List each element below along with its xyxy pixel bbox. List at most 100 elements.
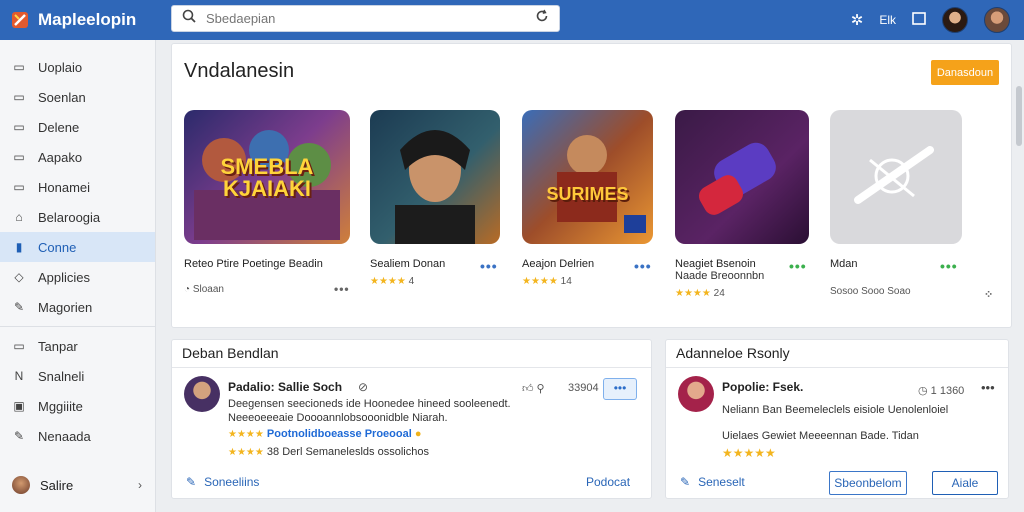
more-options-icon[interactable]: ••• bbox=[789, 258, 807, 274]
window-icon[interactable] bbox=[912, 11, 926, 29]
sidebar-item-12[interactable]: ✎ Nenaada bbox=[0, 421, 155, 451]
share-link[interactable]: ✎ Seneselt bbox=[680, 475, 745, 489]
review-text: Uielaes Gewiet Meeeennan Bade. Tidan bbox=[722, 430, 919, 442]
more-options-icon[interactable]: ••• bbox=[480, 258, 498, 274]
action-button[interactable]: Aiale bbox=[932, 471, 998, 495]
app-card[interactable]: SMEBLA KJAIAKI Reteo Ptire Poetinge Bead… bbox=[184, 110, 350, 296]
placeholder-icon bbox=[854, 146, 934, 204]
emoji-icon: ● bbox=[414, 428, 422, 440]
more-options-icon[interactable]: ••• bbox=[634, 258, 652, 274]
sidebar-item-9[interactable]: ▭ Tanpar bbox=[0, 331, 155, 361]
featured-panel: Vndalanesin Danasdoun SMEBLA KJAIAKI Ret… bbox=[171, 43, 1012, 328]
counts-text: 38 Derl Semaneleslds ossolichos bbox=[266, 446, 429, 458]
scrollbar[interactable] bbox=[1016, 42, 1022, 508]
card-subtitle: Naade Breoonnbn bbox=[675, 270, 765, 282]
app-name: Mapleelopin bbox=[38, 10, 137, 29]
brand[interactable]: Mapleelopin bbox=[0, 10, 156, 30]
sidebar-item-1[interactable]: ▭ Soenlan bbox=[0, 82, 155, 112]
primary-action-button[interactable]: Danasdoun bbox=[931, 60, 999, 85]
pencil-icon: ✎ bbox=[13, 429, 25, 443]
divider bbox=[0, 326, 155, 327]
sidebar-footer[interactable]: Salire › bbox=[0, 470, 156, 500]
clipboard-icon: ▭ bbox=[13, 339, 25, 353]
sidebar-item-label: Conne bbox=[38, 239, 77, 255]
like-icon[interactable]: 👍︎ ⚲ bbox=[522, 382, 545, 395]
rating-stars: ★★★★ bbox=[228, 447, 264, 458]
review-text: Deegensen seecioneds ide Hoonedee hineed… bbox=[228, 398, 511, 410]
rating-stars: ★★★★★ bbox=[722, 446, 776, 460]
reviewer-name: Padalio: Sallie Soch bbox=[228, 380, 343, 394]
square-icon: ▭ bbox=[13, 60, 25, 74]
more-options-icon[interactable]: ••• bbox=[940, 258, 958, 274]
review-tag-row: ★★★★ Pootnolidboeasse Proeooal ● bbox=[228, 428, 422, 440]
sidebar-item-0[interactable]: ▭ Uoplaio bbox=[0, 52, 155, 82]
image-icon: ▣ bbox=[13, 399, 25, 413]
footer-avatar bbox=[12, 476, 30, 494]
rating-stars: ★★★★ bbox=[522, 276, 558, 287]
square-icon: ▭ bbox=[13, 150, 25, 164]
app-card[interactable]: Neagiet Bsenoin Naade Breoonnbn ★★★★ 24 … bbox=[675, 110, 825, 299]
sidebar-item-8[interactable]: ✎ Magorien bbox=[0, 292, 155, 322]
sidebar-item-2[interactable]: ▭ Delene bbox=[0, 112, 155, 142]
panel-title: Adanneloe Rsonly bbox=[666, 340, 1008, 368]
scrollbar-thumb[interactable] bbox=[1016, 86, 1022, 146]
app-thumbnail[interactable]: SURIMES bbox=[522, 110, 653, 244]
more-options-icon[interactable]: ••• bbox=[334, 282, 350, 296]
app-thumbnail[interactable] bbox=[830, 110, 962, 244]
review-counts: ★★★★ 38 Derl Semaneleslds ossolichos bbox=[228, 446, 429, 458]
refresh-icon[interactable] bbox=[535, 9, 549, 28]
card-meta: Sosoo Sooo Soao bbox=[830, 286, 911, 297]
sidebar-item-label: Nenaada bbox=[38, 428, 91, 444]
reviews-panel: Deban Bendlan Padalio: Sallie Soch ⊘ 👍︎ … bbox=[171, 339, 652, 499]
clock-icon: ◔ bbox=[184, 284, 191, 295]
search-input[interactable] bbox=[206, 11, 535, 26]
tag-icon: ⌂ bbox=[15, 210, 23, 224]
sidebar-item-7[interactable]: ◇ Applicies bbox=[0, 262, 155, 292]
rating-count: 14 bbox=[560, 276, 572, 287]
app-card[interactable]: Mdan Sosoo Sooo Soao ••• ⁘ bbox=[830, 110, 993, 301]
sidebar-item-10[interactable]: N Snalneli bbox=[0, 361, 155, 391]
thumbnail-caption: SURIMES bbox=[546, 184, 629, 204]
sidebar-item-label: Aapako bbox=[38, 149, 83, 165]
app-card[interactable]: SURIMES Aeajon Delrien ★★★★ 14 ••• bbox=[522, 110, 672, 287]
post-link[interactable]: Podocat bbox=[586, 475, 630, 489]
square-icon: ▭ bbox=[13, 180, 25, 194]
sidebar-item-11[interactable]: ▣ Mggiiite bbox=[0, 391, 155, 421]
card-title: Neagiet Bsenoin bbox=[675, 258, 756, 270]
user-avatar[interactable] bbox=[942, 7, 968, 33]
top-actions: ✲ Elk bbox=[851, 0, 1010, 40]
app-card[interactable]: Sealiem Donan ★★★★ 4 ••• bbox=[370, 110, 520, 287]
section-title: Vndalanesin bbox=[184, 60, 295, 82]
card-title: Aeajon Delrien bbox=[522, 258, 595, 270]
top-label[interactable]: Elk bbox=[879, 13, 896, 27]
app-thumbnail[interactable] bbox=[675, 110, 809, 244]
sidebar-item-label: Tanpar bbox=[38, 338, 78, 354]
reviewer-avatar[interactable] bbox=[678, 376, 714, 412]
secondary-button[interactable]: Sbeonbelom bbox=[829, 471, 907, 495]
sidebar-item-6[interactable]: ▮ Conne bbox=[0, 232, 155, 262]
sidebar-item-4[interactable]: ▭ Honamei bbox=[0, 172, 155, 202]
more-button[interactable]: ••• bbox=[603, 378, 637, 400]
sidebar-item-label: Magorien bbox=[38, 299, 93, 315]
verified-icon: ⊘ bbox=[358, 380, 369, 394]
vote-count: 33904 bbox=[568, 382, 599, 394]
sidebar-item-5[interactable]: ⌂ Belaroogia bbox=[0, 202, 155, 232]
rating-stars: ★★★★ bbox=[228, 429, 264, 440]
card-title: Reteo Ptire Poetinge Beadin bbox=[184, 258, 323, 270]
app-thumbnail[interactable]: SMEBLA KJAIAKI bbox=[184, 110, 350, 244]
like-link[interactable]: ✎ Soneeliins bbox=[186, 475, 259, 489]
reviewer-avatar[interactable] bbox=[184, 376, 220, 412]
grid-icon[interactable]: ⁘ bbox=[984, 288, 994, 301]
pencil-icon: ✎ bbox=[13, 300, 25, 314]
more-options-icon[interactable]: ••• bbox=[981, 380, 995, 395]
review-rating: ★★★★★ bbox=[722, 446, 776, 460]
reviewer-name: Popolie: Fsek. bbox=[722, 380, 804, 394]
profile-avatar[interactable] bbox=[984, 7, 1010, 33]
settings-icon[interactable]: ✲ bbox=[851, 11, 864, 29]
review-tag[interactable]: Pootnolidboeasse Proeooal bbox=[267, 428, 412, 440]
search-box[interactable] bbox=[171, 5, 560, 32]
time-text: 1 1360 bbox=[930, 385, 965, 397]
sidebar-item-3[interactable]: ▭ Aapako bbox=[0, 142, 155, 172]
rating-count: 24 bbox=[713, 288, 725, 299]
app-thumbnail[interactable] bbox=[370, 110, 500, 244]
